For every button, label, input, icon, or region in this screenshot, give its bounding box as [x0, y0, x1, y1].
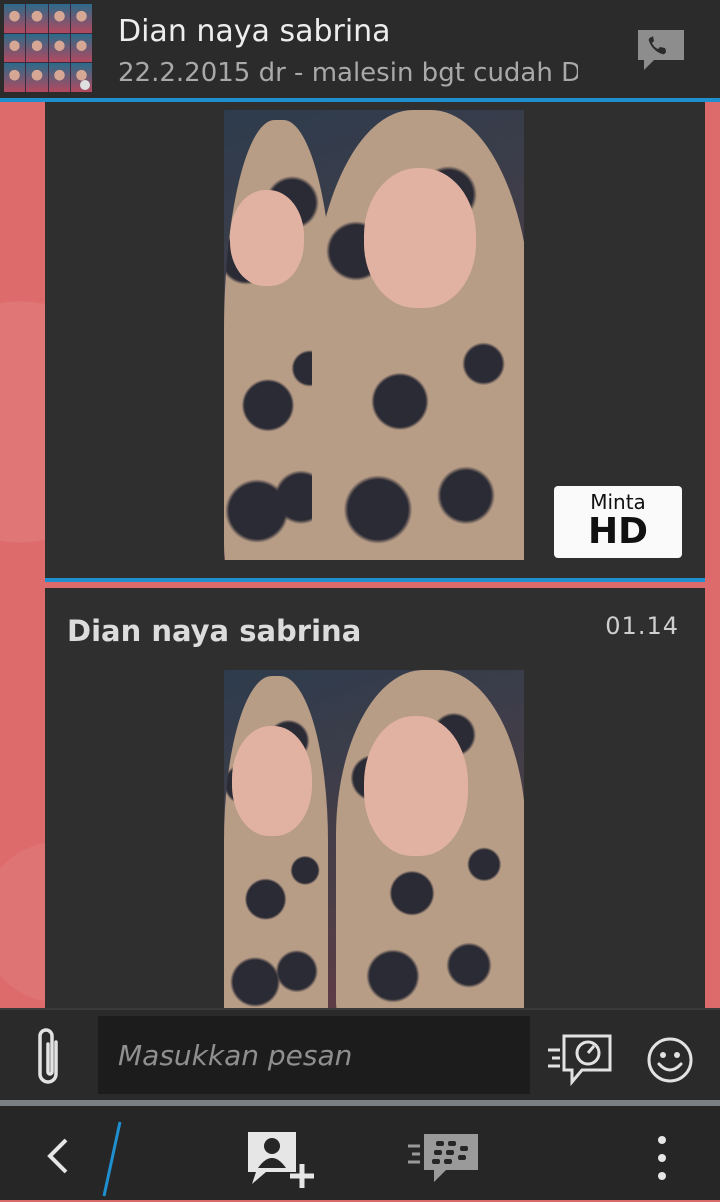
request-hd-button[interactable]: Minta HD: [554, 486, 682, 558]
add-contact-button[interactable]: [246, 1130, 316, 1190]
presence-dot: [80, 80, 90, 90]
add-contact-icon: [248, 1132, 314, 1188]
more-options-button[interactable]: [652, 1134, 672, 1182]
back-button[interactable]: [40, 1132, 76, 1180]
bbm-button[interactable]: [406, 1130, 480, 1186]
ping-icon: [548, 1034, 612, 1087]
emoji-icon: [647, 1037, 693, 1083]
message-composer: [0, 1008, 720, 1102]
shared-photo[interactable]: [224, 110, 524, 560]
action-bar: [0, 1106, 720, 1200]
voice-call-button[interactable]: [636, 28, 686, 72]
back-icon: [47, 1138, 68, 1174]
shared-photo[interactable]: [224, 670, 524, 1008]
message-input[interactable]: [98, 1016, 530, 1094]
more-icon: [658, 1136, 666, 1180]
message-list[interactable]: Minta HD Dian naya sabrina 01.14: [0, 102, 720, 1008]
message-sender: Dian naya sabrina: [67, 614, 362, 648]
hd-label: HD: [587, 511, 648, 552]
message-bubble[interactable]: Minta HD: [45, 102, 705, 582]
contact-name[interactable]: Dian naya sabrina: [118, 14, 391, 49]
paperclip-icon: [38, 1028, 58, 1084]
ping-button[interactable]: [546, 1030, 614, 1087]
bbm-icon: [408, 1134, 478, 1182]
contact-status-message: 22.2.2015 dr - malesin bgt cudah D: [118, 58, 578, 88]
emoji-button[interactable]: [646, 1036, 694, 1084]
chat-header: Dian naya sabrina 22.2.2015 dr - malesin…: [0, 0, 720, 102]
phone-icon: [638, 30, 684, 70]
back-divider: [100, 1120, 124, 1198]
attach-button[interactable]: [28, 1024, 72, 1090]
message-bubble[interactable]: Dian naya sabrina 01.14: [45, 588, 705, 1008]
message-time: 01.14: [605, 612, 679, 640]
contact-avatar[interactable]: [4, 4, 92, 92]
